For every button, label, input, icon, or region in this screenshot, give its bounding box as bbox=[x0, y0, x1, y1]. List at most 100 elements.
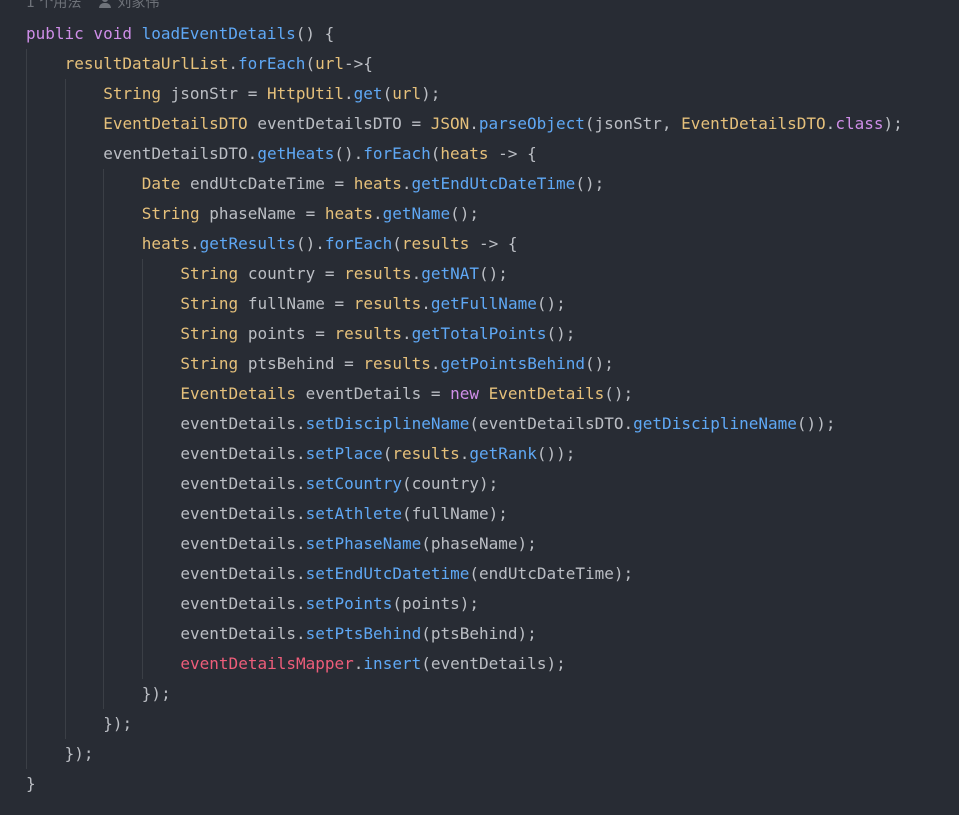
code-line[interactable]: eventDetails.setPlace(results.getRank())… bbox=[180, 439, 575, 469]
code-line[interactable]: Date endUtcDateTime = heats.getEndUtcDat… bbox=[142, 169, 604, 199]
code-token: (); bbox=[575, 174, 605, 193]
code-token: -> { bbox=[469, 234, 518, 253]
code-line[interactable]: EventDetails eventDetails = new EventDet… bbox=[180, 379, 633, 409]
code-token: . bbox=[411, 264, 422, 283]
code-token: HttpUtil bbox=[266, 84, 345, 103]
code-token: getEndUtcDateTime bbox=[411, 174, 576, 193]
code-token: url bbox=[392, 84, 422, 103]
code-token: setPtsBehind bbox=[305, 624, 422, 643]
code-token: . bbox=[825, 114, 836, 133]
code-token: . bbox=[344, 84, 354, 103]
code-token: class bbox=[835, 114, 884, 133]
code-line[interactable]: eventDetails.setDisciplineName(eventDeta… bbox=[180, 409, 835, 439]
code-token: getPointsBehind bbox=[440, 354, 586, 373]
code-token: results bbox=[401, 234, 470, 253]
code-token: (fullName); bbox=[401, 504, 508, 523]
code-token: eventDetails. bbox=[180, 414, 306, 433]
code-token: String bbox=[103, 84, 171, 103]
code-token: eventDetails. bbox=[180, 474, 306, 493]
code-token: . bbox=[189, 234, 200, 253]
code-token: forEach bbox=[238, 54, 306, 73]
code-line[interactable]: eventDetailsMapper.insert(eventDetails); bbox=[180, 649, 565, 679]
code-token: eventDetails. bbox=[180, 444, 306, 463]
code-token: ->{ bbox=[343, 54, 373, 73]
code-line[interactable]: String points = results.getTotalPoints()… bbox=[180, 319, 575, 349]
code-line[interactable]: }); bbox=[103, 709, 132, 739]
code-token: String bbox=[141, 204, 210, 223]
person-icon bbox=[99, 0, 112, 8]
code-line[interactable]: String jsonStr = HttpUtil.get(url); bbox=[103, 79, 440, 109]
code-token: eventDetailsDTO = bbox=[257, 114, 431, 133]
code-token: (); bbox=[604, 384, 634, 403]
code-token: resultDataUrlList bbox=[64, 54, 229, 73]
code-line[interactable]: String country = results.getNAT(); bbox=[180, 259, 508, 289]
code-token: getTotalPoints bbox=[411, 324, 547, 343]
code-token: results bbox=[392, 444, 460, 463]
code-token: String bbox=[180, 294, 248, 313]
code-token: EventDetailsDTO bbox=[103, 114, 258, 133]
code-token: (jsonStr, bbox=[584, 114, 682, 133]
code-token: points = bbox=[247, 324, 335, 343]
code-token: EventDetails bbox=[488, 384, 605, 403]
code-line[interactable]: eventDetailsDTO.getHeats().forEach(heats… bbox=[103, 139, 537, 169]
code-token: }); bbox=[141, 684, 171, 703]
code-token: String bbox=[180, 264, 248, 283]
code-token: loadEventDetails bbox=[141, 24, 296, 43]
code-line[interactable]: heats.getResults().forEach(results -> { bbox=[142, 229, 518, 259]
code-line[interactable]: public void loadEventDetails() { bbox=[26, 19, 334, 49]
code-token: (); bbox=[479, 264, 508, 283]
code-line[interactable]: EventDetailsDTO eventDetailsDTO = JSON.p… bbox=[103, 109, 903, 139]
code-token: getDisciplineName bbox=[633, 414, 797, 433]
code-token: ()); bbox=[796, 414, 836, 433]
code-token: (country); bbox=[401, 474, 499, 493]
code-line[interactable]: eventDetails.setCountry(country); bbox=[180, 469, 498, 499]
code-token: EventDetailsDTO bbox=[681, 114, 826, 133]
code-token: . bbox=[353, 654, 364, 673]
code-token: }); bbox=[103, 714, 133, 733]
code-token: getHeats bbox=[257, 144, 335, 163]
code-token: setPhaseName bbox=[305, 534, 422, 553]
author-hint[interactable]: 刘家伟 bbox=[117, 0, 159, 11]
code-line[interactable]: eventDetails.setAthlete(fullName); bbox=[180, 499, 508, 529]
code-token: ); bbox=[421, 84, 441, 103]
code-editor[interactable]: 1 个用法 刘家伟 public void loadEventDetails() … bbox=[0, 0, 959, 815]
code-token: String bbox=[180, 354, 248, 373]
code-line[interactable]: }); bbox=[142, 679, 171, 709]
code-token: phaseName = bbox=[209, 204, 325, 223]
indent-guide bbox=[142, 259, 143, 679]
code-line[interactable]: eventDetails.setPtsBehind(ptsBehind); bbox=[180, 619, 536, 649]
code-line[interactable]: eventDetails.setPoints(points); bbox=[180, 589, 479, 619]
code-token: getRank bbox=[469, 444, 537, 463]
code-token: ( bbox=[382, 84, 393, 103]
inlay-hint[interactable]: 1 个用法 刘家伟 bbox=[26, 0, 159, 13]
code-token: (). bbox=[295, 234, 325, 253]
code-token: fullName = bbox=[247, 294, 354, 313]
code-token: eventDetails. bbox=[180, 504, 306, 523]
code-line[interactable]: String ptsBehind = results.getPointsBehi… bbox=[180, 349, 614, 379]
code-token: (phaseName); bbox=[421, 534, 537, 553]
code-line[interactable]: eventDetails.setEndUtcDatetime(endUtcDat… bbox=[180, 559, 633, 589]
code-token: . bbox=[459, 444, 470, 463]
code-token: eventDetailsMapper bbox=[180, 654, 354, 673]
code-token: ( bbox=[392, 234, 402, 253]
code-token: ); bbox=[883, 114, 903, 133]
usages-hint[interactable]: 1 个用法 bbox=[26, 0, 81, 11]
code-line[interactable]: eventDetails.setPhaseName(phaseName); bbox=[180, 529, 536, 559]
indent-guide bbox=[103, 169, 104, 709]
code-token: new bbox=[450, 384, 489, 403]
code-token: String bbox=[180, 324, 248, 343]
code-token: (). bbox=[334, 144, 364, 163]
code-token: setPoints bbox=[305, 594, 393, 613]
code-token: heats bbox=[141, 234, 190, 253]
code-token: results bbox=[363, 354, 431, 373]
code-token: getResults bbox=[199, 234, 296, 253]
code-line[interactable]: } bbox=[26, 769, 36, 799]
code-line[interactable]: resultDataUrlList.forEach(url->{ bbox=[65, 49, 373, 79]
code-line[interactable]: }); bbox=[65, 739, 94, 769]
code-token: setEndUtcDatetime bbox=[305, 564, 470, 583]
code-line[interactable]: String phaseName = heats.getName(); bbox=[142, 199, 479, 229]
code-line[interactable]: String fullName = results.getFullName(); bbox=[180, 289, 565, 319]
code-token: eventDetails. bbox=[180, 594, 306, 613]
code-token: (); bbox=[585, 354, 614, 373]
code-token: . bbox=[469, 114, 479, 133]
